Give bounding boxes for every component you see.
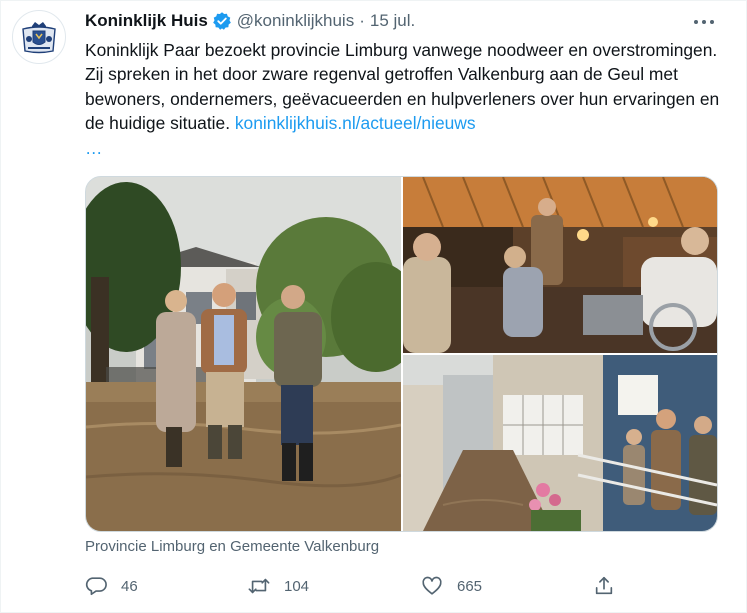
share-icon bbox=[595, 576, 613, 595]
verified-badge-icon bbox=[212, 12, 231, 30]
retweet-count: 104 bbox=[284, 577, 310, 595]
media-caption[interactable]: Provincie Limburg en Gemeente Valkenburg bbox=[85, 538, 379, 555]
tweet-text: Koninklijk Paar bezoekt provincie Limbur… bbox=[85, 38, 735, 160]
more-dots-icon bbox=[694, 20, 714, 24]
photo-cafe-interior[interactable] bbox=[403, 177, 717, 353]
heart-icon bbox=[422, 576, 442, 595]
like-button[interactable]: 665 bbox=[421, 569, 482, 603]
reply-bubble-icon bbox=[85, 577, 107, 596]
author-name[interactable]: Koninklijk Huis bbox=[85, 11, 208, 31]
avatar[interactable] bbox=[12, 10, 66, 64]
photo-flooded-alley[interactable] bbox=[403, 355, 717, 531]
tweet-header: Koninklijk Huis @koninklijkhuis · 15 jul… bbox=[85, 10, 415, 32]
tweet-card[interactable]: Koninklijk Huis @koninklijkhuis · 15 jul… bbox=[0, 0, 747, 613]
reply-count: 46 bbox=[121, 577, 138, 595]
separator-dot: · bbox=[359, 11, 365, 30]
share-button[interactable] bbox=[593, 569, 615, 603]
media-grid bbox=[85, 176, 718, 532]
tweet-actions: 46 104 665 bbox=[85, 569, 625, 603]
like-count: 665 bbox=[457, 577, 483, 595]
author-handle[interactable]: @koninklijkhuis bbox=[237, 11, 354, 31]
retweet-button[interactable]: 104 bbox=[248, 569, 309, 603]
tweet-link-ellipsis[interactable]: … bbox=[85, 136, 735, 160]
tweet-date[interactable]: 15 jul. bbox=[370, 11, 415, 31]
more-options-button[interactable] bbox=[691, 12, 717, 32]
tweet-link[interactable]: koninklijkhuis.nl/actueel/nieuws bbox=[235, 113, 476, 133]
reply-button[interactable]: 46 bbox=[85, 569, 138, 603]
royal-coat-of-arms-icon bbox=[22, 22, 56, 54]
retweet-icon bbox=[248, 578, 270, 594]
photo-flooded-street[interactable] bbox=[86, 177, 401, 531]
